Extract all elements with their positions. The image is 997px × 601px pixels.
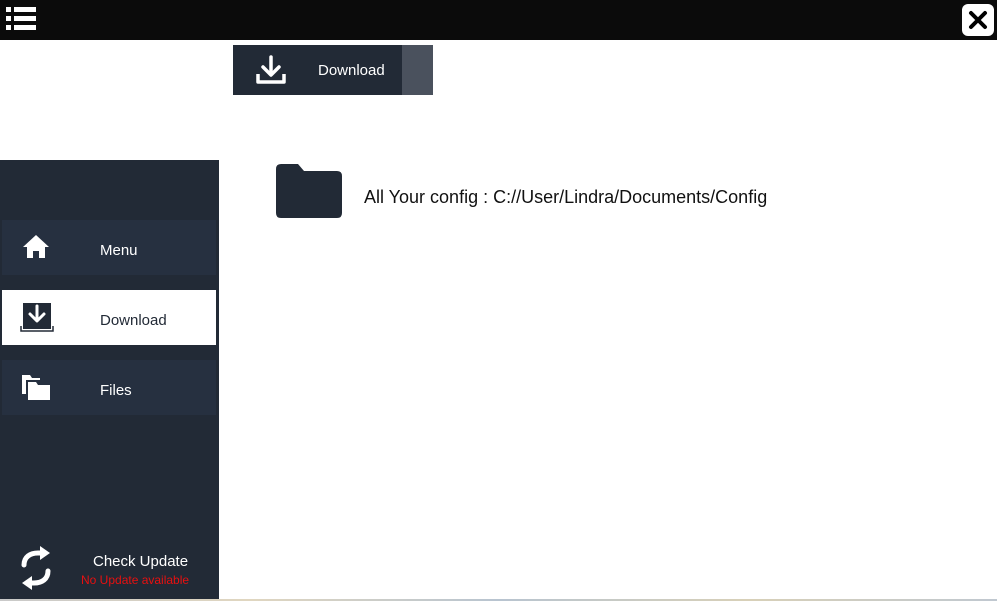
sidebar-item-label: Files <box>100 382 132 399</box>
config-path-text: All Your config : C://User/Lindra/Docume… <box>364 187 768 207</box>
download-button[interactable]: Download <box>233 45 433 95</box>
sidebar-item-label: Menu <box>100 242 138 259</box>
config-path-row: All Your config : C://User/Lindra/Docume… <box>276 163 876 219</box>
sidebar-item-menu[interactable]: Menu <box>2 220 216 275</box>
top-bar <box>0 0 997 40</box>
files-icon <box>20 372 52 402</box>
list-icon[interactable] <box>4 4 38 34</box>
sidebar-item-download[interactable]: Download <box>2 290 216 345</box>
sidebar-item-files[interactable]: Files <box>2 360 216 415</box>
update-status-text: No Update available <box>81 573 190 587</box>
folder-icon[interactable] <box>276 163 342 224</box>
download-button-label: Download <box>318 62 385 79</box>
close-button[interactable] <box>962 4 994 36</box>
download-button-accent <box>402 45 433 95</box>
sidebar-item-label: Download <box>100 312 167 329</box>
sidebar: Menu Download Files <box>0 160 219 601</box>
home-icon <box>20 232 52 262</box>
check-update-button[interactable]: Check Update No Update available <box>0 540 219 600</box>
refresh-icon <box>18 545 54 596</box>
download-box-icon <box>20 302 54 332</box>
close-icon <box>969 11 987 29</box>
download-icon <box>255 54 287 91</box>
check-update-label: Check Update <box>93 553 189 570</box>
